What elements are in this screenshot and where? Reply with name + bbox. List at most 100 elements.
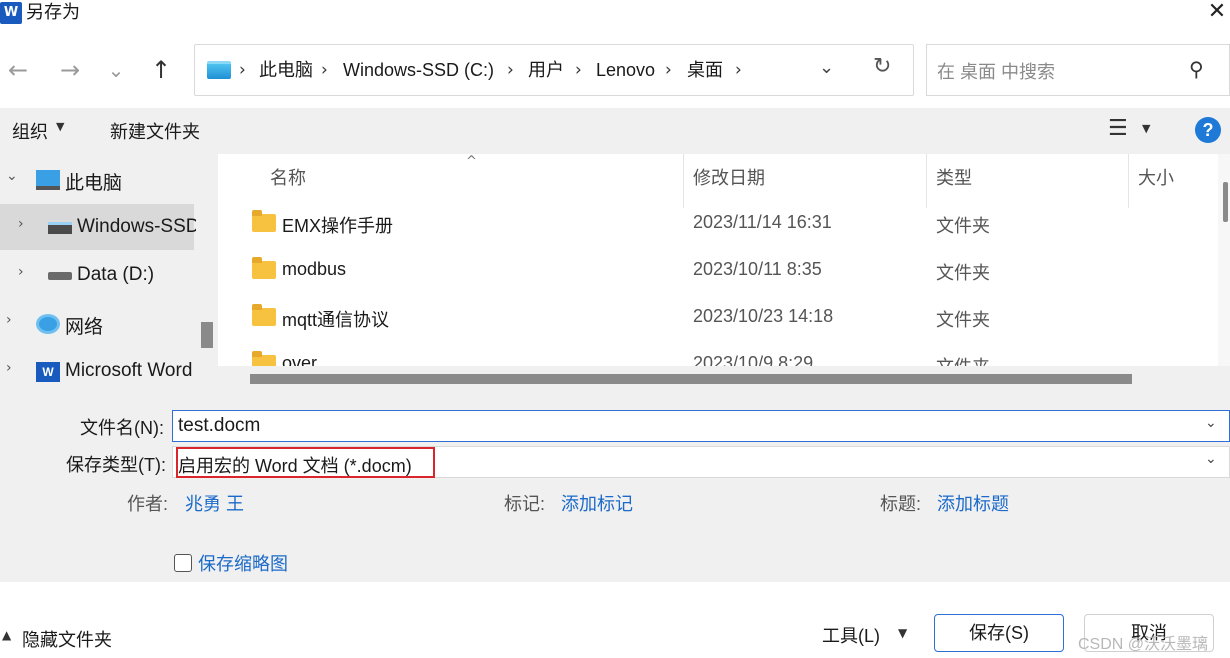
breadcrumb-users[interactable]: 用户 [528, 58, 564, 82]
search-placeholder: 在 桌面 中搜索 [937, 62, 1056, 82]
file-type: 文件夹 [936, 263, 990, 283]
filename-label: 文件名(N): [80, 418, 164, 438]
filename-value: test.docm [178, 415, 261, 436]
chevron-down-icon[interactable]: ⌄ [6, 168, 18, 184]
file-list: ^ 名称 修改日期 类型 大小 EMX操作手册 2023/11/14 16:31… [218, 154, 1230, 392]
caret-down-icon[interactable]: ▼ [1142, 122, 1150, 135]
nav-item-this-pc[interactable]: ⌄ 此电脑 [0, 156, 194, 202]
author-label: 作者: [127, 494, 169, 514]
close-icon[interactable]: ✕ [1204, 0, 1230, 26]
nav-scrollbar-track[interactable] [196, 154, 218, 392]
navigation-pane: ⌄ 此电脑 › Windows-SSD › Data (D:) › 网络 › W… [0, 154, 218, 392]
hide-folders-button[interactable]: 隐藏文件夹 [22, 626, 112, 652]
filename-input[interactable]: test.docm ⌄ [172, 410, 1230, 442]
breadcrumb-desktop[interactable]: 桌面 [687, 58, 723, 82]
help-icon[interactable]: ? [1195, 117, 1221, 143]
chevron-right-icon[interactable]: › [18, 264, 24, 280]
nav-scrollbar-thumb[interactable] [201, 322, 213, 348]
back-arrow-icon[interactable]: ← [0, 50, 36, 90]
author-value[interactable]: 兆勇 王 [185, 490, 244, 516]
drive-icon [48, 272, 72, 280]
add-title-link[interactable]: 添加标题 [937, 490, 1009, 516]
chevron-right-icon[interactable]: › [321, 58, 328, 82]
vertical-scrollbar-thumb[interactable] [1223, 182, 1228, 222]
search-input[interactable]: 在 桌面 中搜索 ⚲ [926, 44, 1230, 96]
title-bar: W 另存为 ✕ [0, 0, 1230, 30]
chevron-right-icon[interactable]: › [665, 58, 672, 82]
view-options-icon[interactable]: ☰ [1108, 116, 1128, 141]
column-header-date[interactable]: 修改日期 [693, 164, 765, 190]
file-type: 文件夹 [936, 310, 990, 330]
horizontal-scrollbar-thumb[interactable] [250, 374, 1132, 384]
refresh-icon[interactable]: ↻ [873, 54, 891, 79]
word-app-icon: W [0, 2, 22, 24]
organize-button[interactable]: 组织 [12, 118, 48, 144]
forward-arrow-icon[interactable]: → [52, 50, 88, 90]
chevron-right-icon[interactable]: › [18, 216, 24, 232]
nav-item-windows-ssd[interactable]: › Windows-SSD [0, 204, 199, 250]
tools-button[interactable]: 工具(L) [822, 622, 880, 648]
breadcrumb-c-drive[interactable]: Windows-SSD (C:) [343, 58, 494, 82]
recent-locations-icon[interactable]: ⌄ [98, 50, 134, 90]
network-icon [36, 314, 60, 334]
file-type: 文件夹 [936, 216, 990, 236]
chevron-down-icon[interactable]: ⌄ [819, 57, 834, 78]
breadcrumb-this-pc[interactable]: 此电脑 [259, 58, 313, 82]
annotation-highlight-box [176, 447, 435, 478]
file-name: EMX操作手册 [282, 216, 394, 236]
tags-label: 标记: [504, 494, 546, 514]
word-icon: W [36, 362, 60, 382]
address-bar[interactable]: › 此电脑 › Windows-SSD (C:) › 用户 › Lenovo ›… [194, 44, 914, 96]
chevron-right-icon[interactable]: › [6, 360, 12, 376]
new-folder-button[interactable]: 新建文件夹 [110, 118, 200, 144]
file-date: 2023/11/14 16:31 [693, 212, 832, 232]
nav-item-data-drive[interactable]: › Data (D:) [0, 252, 194, 298]
window-title: 另存为 [26, 2, 80, 22]
up-arrow-icon[interactable]: ↑ [143, 50, 179, 90]
column-header-name[interactable]: 名称 [270, 164, 306, 190]
add-tags-link[interactable]: 添加标记 [561, 490, 633, 516]
nav-item-label: 网络 [65, 317, 104, 338]
column-divider[interactable] [1128, 154, 1129, 208]
nav-item-microsoft-word[interactable]: › W Microsoft Word [0, 348, 194, 392]
search-icon[interactable]: ⚲ [1189, 57, 1204, 81]
title-label: 标题: [880, 494, 922, 514]
folder-icon [252, 257, 276, 279]
drive-icon [48, 222, 72, 234]
caret-up-icon[interactable]: ▲ [2, 628, 11, 642]
column-divider[interactable] [926, 154, 927, 208]
chevron-right-icon[interactable]: › [575, 58, 582, 82]
column-header-size[interactable]: 大小 [1138, 164, 1174, 190]
chevron-down-icon[interactable]: ⌄ [1205, 451, 1217, 467]
save-button[interactable]: 保存(S) [934, 614, 1064, 652]
breadcrumb-lenovo[interactable]: Lenovo [596, 58, 655, 82]
nav-item-network[interactable]: › 网络 [0, 300, 194, 346]
computer-icon [36, 170, 60, 190]
desktop-folder-icon [207, 61, 231, 79]
folder-icon [252, 210, 276, 232]
file-row[interactable]: mqtt通信协议 2023/10/23 14:18 文件夹 [218, 296, 1218, 344]
save-thumbnail-label[interactable]: 保存缩略图 [198, 550, 288, 576]
dialog-footer: ▲ 隐藏文件夹 工具(L) ▼ 保存(S) 取消 CSDN @沃沃墨璃 [0, 582, 1230, 658]
nav-item-label: Data (D:) [77, 264, 155, 285]
nav-item-label: Microsoft Word [65, 360, 193, 381]
folder-icon [252, 304, 276, 326]
chevron-right-icon[interactable]: › [735, 58, 742, 82]
chevron-right-icon[interactable]: › [239, 58, 246, 82]
sort-ascending-icon: ^ [466, 154, 477, 169]
file-row[interactable]: modbus 2023/10/11 8:35 文件夹 [218, 249, 1218, 297]
file-row[interactable]: EMX操作手册 2023/11/14 16:31 文件夹 [218, 202, 1218, 250]
file-date: 2023/10/11 8:35 [693, 259, 822, 279]
column-divider[interactable] [683, 154, 684, 208]
nav-item-label: 此电脑 [65, 173, 123, 194]
column-header-type[interactable]: 类型 [936, 164, 972, 190]
chevron-down-icon[interactable]: ⌄ [1205, 415, 1217, 431]
save-thumbnail-checkbox[interactable] [174, 554, 192, 572]
chevron-right-icon[interactable]: › [6, 312, 12, 328]
chevron-right-icon[interactable]: › [507, 58, 514, 82]
caret-down-icon[interactable]: ▼ [56, 120, 64, 133]
command-toolbar: 组织 ▼ 新建文件夹 ☰ ▼ ? [0, 108, 1230, 154]
caret-down-icon[interactable]: ▼ [898, 626, 907, 640]
nav-item-label: Windows-SSD [77, 216, 200, 237]
file-date: 2023/10/23 14:18 [693, 306, 834, 326]
